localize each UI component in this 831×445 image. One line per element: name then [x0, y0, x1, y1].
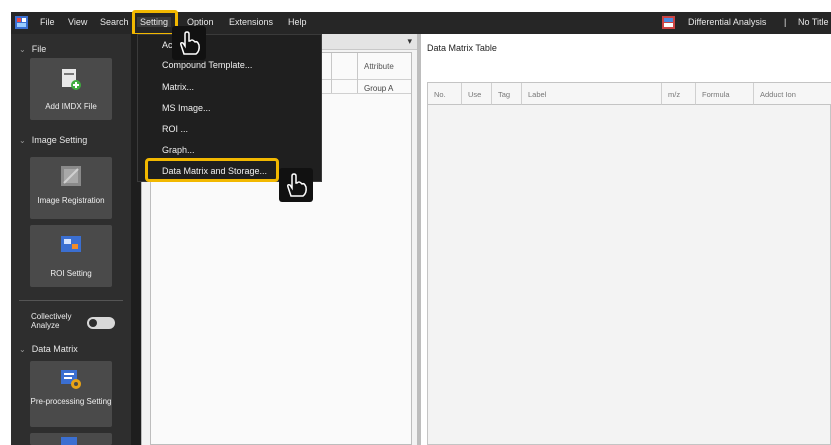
image-registration-icon — [61, 166, 81, 186]
preprocessing-label: Pre-processing Setting — [30, 397, 112, 406]
table-column — [331, 53, 357, 93]
data-matrix-header[interactable]: ⌄ Data Matrix — [19, 344, 78, 354]
roi-setting-icon — [61, 236, 81, 252]
image-registration-label: Image Registration — [37, 196, 105, 205]
image-setting-header[interactable]: ⌄ Image Setting — [19, 135, 87, 145]
chevron-down-icon: ⌄ — [19, 45, 26, 54]
add-file-icon — [62, 69, 81, 90]
preprocessing-button[interactable]: Pre-processing Setting — [30, 361, 112, 427]
roi-setting-label: ROI Setting — [50, 269, 92, 278]
attribute-column: Attribute Group A — [357, 53, 413, 93]
image-registration-button[interactable]: Image Registration — [30, 157, 112, 219]
preprocessing-icon — [61, 370, 81, 389]
mode-label[interactable]: Differential Analysis — [688, 17, 766, 27]
hand-pointer-icon — [279, 168, 313, 202]
title-separator: | — [784, 17, 787, 27]
menu-item-roi[interactable]: ROI ... — [162, 124, 188, 134]
attribute-header[interactable]: Attribute — [364, 62, 394, 71]
file-section-label: File — [31, 44, 47, 54]
project-title: No Title — [798, 17, 829, 27]
menu-help[interactable]: Help — [288, 17, 307, 27]
app-icon — [15, 16, 28, 29]
roi-setting-button[interactable]: ROI Setting — [30, 225, 112, 287]
menu-search[interactable]: Search — [100, 17, 129, 27]
image-setting-label: Image Setting — [31, 135, 88, 145]
add-imdx-label: Add IMDX File — [45, 102, 97, 111]
collectively-analyze-toggle[interactable] — [87, 317, 115, 329]
menu-item-ms-image[interactable]: MS Image... — [162, 103, 211, 113]
attribute-value[interactable]: Group A — [364, 84, 393, 93]
collectively-analyze-label: Collectively Analyze — [31, 312, 72, 330]
menu-file[interactable]: File — [40, 17, 55, 27]
file-section-header[interactable]: ⌄ File — [19, 44, 46, 54]
column-header-no[interactable]: No. — [428, 83, 462, 105]
chevron-down-icon: ⌄ — [19, 136, 26, 145]
menu-view[interactable]: View — [68, 17, 87, 27]
data-matrix-title: Data Matrix Table — [427, 43, 497, 53]
chevron-down-icon: ⌄ — [19, 345, 26, 354]
menu-item-matrix[interactable]: Matrix... — [162, 82, 194, 92]
data-matrix-table: No. Use Tag Label m/z Formula Adduct Ion — [427, 82, 831, 445]
column-header-use[interactable]: Use — [462, 83, 492, 105]
column-header-mz[interactable]: m/z — [662, 83, 696, 105]
menu-item-compound-template[interactable]: Compound Template... — [162, 60, 252, 70]
column-header-adduct-ion[interactable]: Adduct Ion — [754, 83, 831, 105]
data-matrix-panel: Data Matrix Table No. Use Tag Label m/z … — [421, 34, 831, 445]
data-matrix-highlight-box — [145, 158, 279, 182]
column-header-label[interactable]: Label — [522, 83, 662, 105]
column-header-tag[interactable]: Tag — [492, 83, 522, 105]
next-sidebar-button[interactable] — [30, 433, 112, 445]
matrix-icon — [61, 437, 77, 445]
differential-analysis-icon — [662, 16, 675, 29]
sidebar: ⌄ File Add IMDX File ⌄ Image Setting Image… — [11, 34, 131, 445]
menu-extensions[interactable]: Extensions — [229, 17, 273, 27]
sidebar-divider — [19, 300, 123, 301]
column-header-formula[interactable]: Formula — [696, 83, 754, 105]
menu-item-graph[interactable]: Graph... — [162, 145, 195, 155]
data-matrix-label: Data Matrix — [31, 344, 78, 354]
add-imdx-button[interactable]: Add IMDX File — [30, 58, 112, 120]
panel-menu-icon[interactable]: ▾ — [407, 36, 412, 47]
hand-pointer-icon — [172, 26, 206, 60]
